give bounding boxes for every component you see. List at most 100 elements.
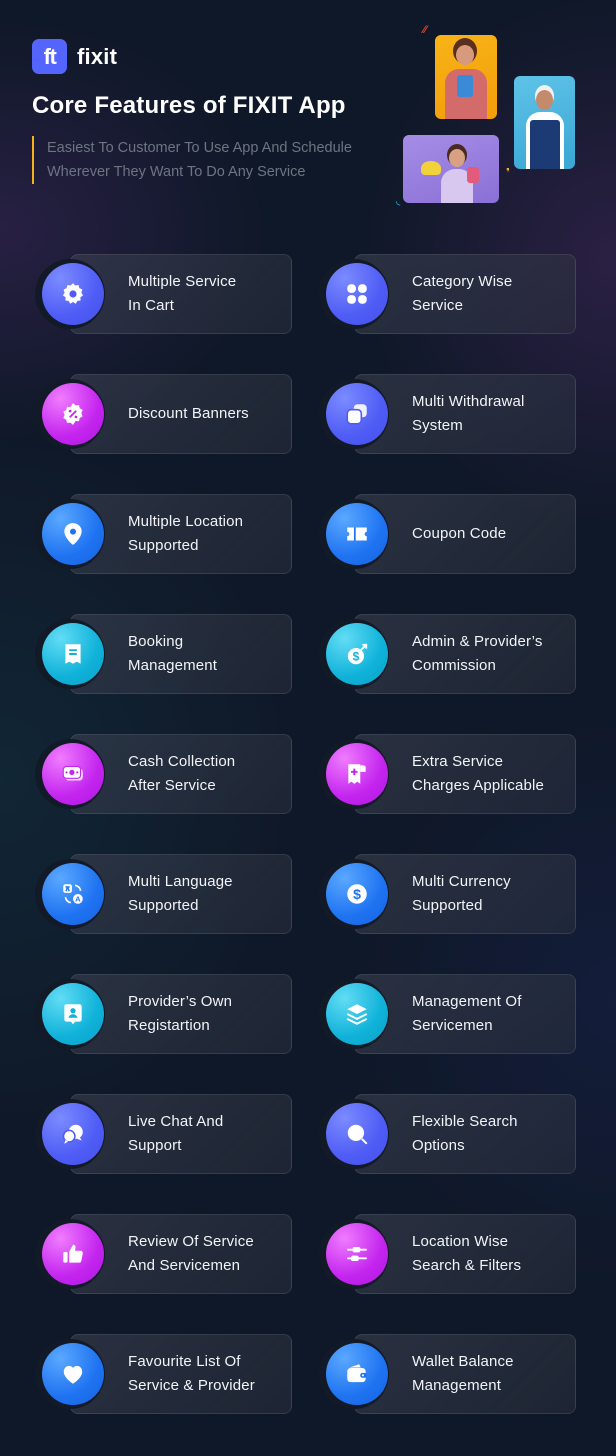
feature-label: Management Of Servicemen [412,974,572,1054]
feature-card: A Multi Language Supported [35,854,296,934]
feature-label: Booking Management [128,614,288,694]
receipt-plus-icon [326,743,388,805]
decorative-spark-icon: ❜ [506,167,510,179]
feature-label-line-2: After Service [128,777,216,794]
feature-card: Discount Banners [35,374,296,454]
feature-label-line-2: Commission [412,657,497,674]
receipt-icon [42,623,104,685]
filter-sliders-icon [326,1223,388,1285]
gear-icon [42,263,104,325]
feature-label: Multiple Service In Cart [128,254,288,334]
feature-label: Multiple Location Supported [128,494,288,574]
feature-label-line-1: Provider’s Own [128,993,233,1010]
page-title: Core Features of FIXIT App [32,92,346,119]
user-badge-icon [42,983,104,1045]
feature-card: Multiple Service In Cart [35,254,296,334]
layers-icon [326,983,388,1045]
feature-label-line-2: Options [412,1137,465,1154]
feature-label: Live Chat And Support [128,1094,288,1174]
feature-label-line-1: Category Wise [412,273,513,290]
feature-label-line-1: Admin & Provider’s [412,633,543,650]
feature-label: Cash Collection After Service [128,734,288,814]
feature-label-line-2: Support [128,1137,182,1154]
search-icon [326,1103,388,1165]
heart-icon [42,1343,104,1405]
feature-card: Multiple Location Supported [35,494,296,574]
feature-label: Wallet Balance Management [412,1334,572,1414]
translate-icon: A [42,863,104,925]
svg-text:$: $ [353,650,360,664]
feature-card: Favourite List Of Service & Provider [35,1334,296,1414]
photo-serviceman-thumbs-up [514,76,575,169]
feature-label: Multi Withdrawal System [412,374,572,454]
feature-label-line-2: Supported [412,897,483,914]
feature-label-line-1: Discount Banners [128,405,249,422]
feature-card: Wallet Balance Management [319,1334,580,1414]
feature-label-line-2: Supported [128,537,199,554]
dollar-coin-icon: $ [326,863,388,925]
feature-label: Provider’s Own Registartion [128,974,288,1054]
photo-woman-with-mop [403,135,499,203]
feature-card: Provider’s Own Registartion [35,974,296,1054]
subtitle-line-2: Wherever They Want To Do Any Service [47,164,306,180]
chat-bubbles-icon [42,1103,104,1165]
feature-label-line-1: Favourite List Of [128,1353,241,1370]
feature-label: Category Wise Service [412,254,572,334]
decorative-spark-icon: ◟ [396,195,401,207]
feature-label-line-1: Cash Collection [128,753,236,770]
page-subtitle: Easiest To Customer To Use App And Sched… [32,136,352,184]
feature-label-line-2: Management [128,657,218,674]
svg-text:A: A [75,895,81,904]
stacked-squares-icon [326,383,388,445]
feature-label-line-1: Multiple Service [128,273,237,290]
decorative-spark-icon: ⁄⁄ [423,24,427,36]
feature-card: Management Of Servicemen [319,974,580,1054]
feature-label: Review Of Service And Servicemen [128,1214,288,1294]
brand-logo: ft [32,39,67,74]
feature-label: Multi Currency Supported [412,854,572,934]
feature-card: $ Multi Currency Supported [319,854,580,934]
svg-text:$: $ [353,886,361,902]
discount-badge-icon [42,383,104,445]
money-bag-icon: $ [326,623,388,685]
hero-photo-collage: ⁄⁄ ❜ ◟ [390,20,590,220]
feature-label: Multi Language Supported [128,854,288,934]
feature-card: Live Chat And Support [35,1094,296,1174]
feature-label-line-1: Booking [128,633,184,650]
feature-card: Location Wise Search & Filters [319,1214,580,1294]
feature-card: Coupon Code [319,494,580,574]
wallet-icon [326,1343,388,1405]
feature-label-line-2: And Servicemen [128,1257,241,1274]
feature-card: Booking Management [35,614,296,694]
feature-label: Admin & Provider’s Commission [412,614,572,694]
feature-label: Coupon Code [412,494,572,574]
feature-label-line-1: Management Of [412,993,522,1010]
feature-label: Flexible Search Options [412,1094,572,1174]
feature-label-line-1: Flexible Search [412,1113,518,1130]
feature-card: Cash Collection After Service [35,734,296,814]
feature-label-line-2: Service [412,297,464,314]
location-pin-icon [42,503,104,565]
subtitle-line-1: Easiest To Customer To Use App And Sched… [47,140,352,156]
feature-label-line-2: Supported [128,897,199,914]
feature-label-line-2: Management [412,1377,502,1394]
feature-label-line-2: Search & Filters [412,1257,522,1274]
cash-icon [42,743,104,805]
feature-card: Flexible Search Options [319,1094,580,1174]
feature-label: Discount Banners [128,374,288,454]
feature-label-line-1: Multi Currency [412,873,511,890]
feature-card: Multi Withdrawal System [319,374,580,454]
feature-label: Extra Service Charges Applicable [412,734,572,814]
feature-card: $ Admin & Provider’s Commission [319,614,580,694]
feature-label-line-2: Charges Applicable [412,777,544,794]
feature-label-line-2: Registartion [128,1017,210,1034]
brand: ft fixit [32,39,117,74]
feature-card: Extra Service Charges Applicable [319,734,580,814]
feature-label: Location Wise Search & Filters [412,1214,572,1294]
ticket-icon [326,503,388,565]
feature-label-line-1: Review Of Service [128,1233,254,1250]
feature-label-line-2: Service & Provider [128,1377,255,1394]
feature-label: Favourite List Of Service & Provider [128,1334,288,1414]
feature-label-line-1: Wallet Balance [412,1353,514,1370]
feature-label-line-1: Coupon Code [412,525,507,542]
